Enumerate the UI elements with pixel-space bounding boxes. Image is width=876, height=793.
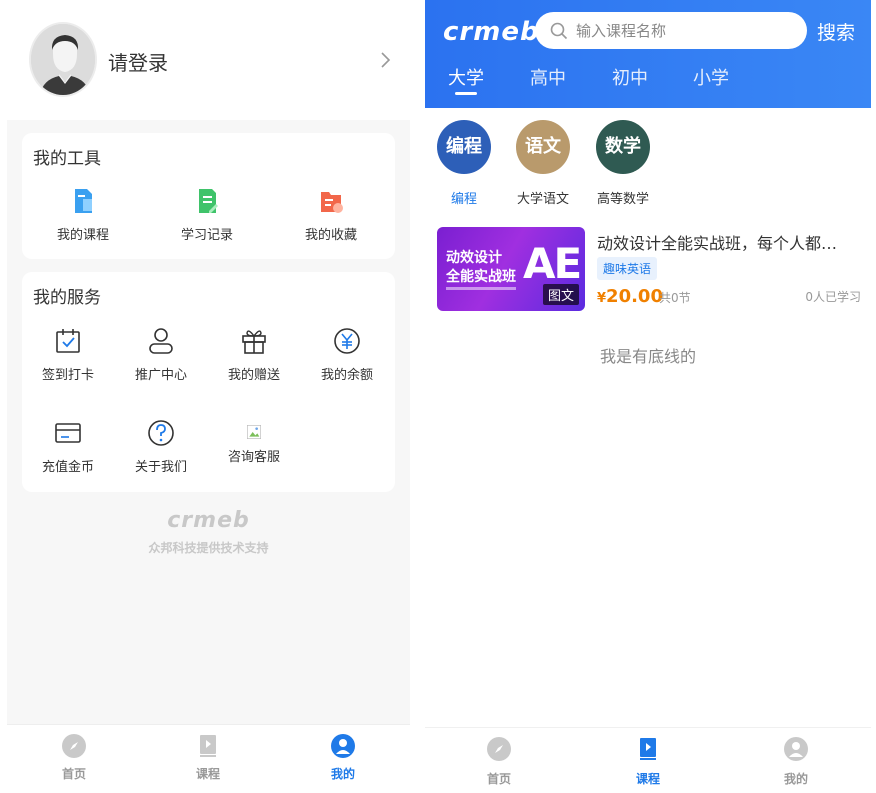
person-icon <box>784 737 808 761</box>
tab-courses[interactable]: 课程 <box>598 736 698 787</box>
subject-programming[interactable]: 编程 编程 <box>424 120 504 207</box>
my-page: 请登录 我的工具 我的课程 学习记录 我的收藏 我的服务 签到打卡 推广中心 我… <box>7 0 410 793</box>
subject-circle: 数学 <box>596 120 650 174</box>
course-header: crmeb 搜索 大学 高中 初中 小学 <box>425 0 871 108</box>
cover-divider <box>446 287 516 290</box>
service-label: 我的余额 <box>320 368 373 383</box>
brand-logo: crmeb <box>443 17 540 47</box>
service-label: 推广中心 <box>134 368 187 383</box>
tool-my-favorites[interactable]: 我的收藏 <box>281 186 381 243</box>
active-tab-indicator <box>455 92 477 95</box>
my-services-title: 我的服务 <box>33 288 101 308</box>
course-learners: 0人已学习 <box>805 290 861 304</box>
tab-primary-school[interactable]: 小学 <box>693 64 729 90</box>
avatar[interactable] <box>29 22 97 97</box>
service-checkin[interactable]: 签到打卡 <box>18 326 118 383</box>
tab-label: 我的 <box>783 772 808 786</box>
course-cover[interactable]: 动效设计 全能实战班 AE 图文 <box>437 227 585 311</box>
search-input[interactable] <box>576 19 796 42</box>
tool-study-record[interactable]: 学习记录 <box>157 186 257 243</box>
chevron-right-icon[interactable] <box>379 46 393 74</box>
price-symbol: ¥ <box>597 291 607 306</box>
course-price: ¥20.00 <box>597 286 663 307</box>
tool-label: 我的课程 <box>56 228 109 243</box>
tab-university[interactable]: 大学 <box>448 64 484 90</box>
tab-label: 首页 <box>486 772 511 786</box>
compass-icon <box>62 734 86 758</box>
course-title[interactable]: 动效设计全能实战班，每个人都… <box>597 230 859 254</box>
wallet-card-icon <box>55 423 81 443</box>
bottom-tabbar: 首页 课程 我的 <box>7 724 410 793</box>
bottom-tabbar: 首页 课程 我的 <box>425 727 871 793</box>
course-page: crmeb 搜索 大学 高中 初中 小学 编程 编程 语文 大学语文 数学 <box>425 0 871 793</box>
service-my-gifts[interactable]: 我的赠送 <box>204 326 304 383</box>
footer-support-text: 众邦科技提供技术支持 <box>148 541 269 555</box>
course-type-badge: 图文 <box>542 284 579 305</box>
list-end-text: 我是有底线的 <box>599 347 696 366</box>
checkin-calendar-icon <box>56 329 80 353</box>
broken-image-icon <box>247 425 261 439</box>
tab-home[interactable]: 首页 <box>24 733 124 782</box>
subject-label: 大学语文 <box>516 192 569 207</box>
tab-label: 首页 <box>61 767 86 781</box>
play-book-icon <box>640 738 656 760</box>
play-book-icon <box>200 735 216 757</box>
help-question-icon <box>148 420 174 446</box>
price-value: 20.00 <box>606 286 663 307</box>
tab-label: 我的 <box>330 767 355 781</box>
subject-chinese[interactable]: 语文 大学语文 <box>503 120 583 207</box>
footer-logo: crmeb <box>167 508 250 533</box>
tab-mine[interactable]: 我的 <box>746 736 846 787</box>
yen-coin-icon <box>334 328 360 354</box>
subject-label: 高等数学 <box>596 192 649 207</box>
my-tools-card: 我的工具 我的课程 学习记录 我的收藏 <box>22 133 395 259</box>
tool-label: 我的收藏 <box>304 228 357 243</box>
service-label: 咨询客服 <box>227 450 280 465</box>
course-doc-icon <box>75 189 92 213</box>
favorite-folder-icon <box>321 192 343 213</box>
tab-middle-school[interactable]: 初中 <box>612 64 648 90</box>
profile-header[interactable]: 请登录 <box>7 0 410 120</box>
tool-my-courses[interactable]: 我的课程 <box>33 186 133 243</box>
compass-icon <box>487 737 511 761</box>
cover-title-line1: 动效设计 <box>446 250 502 266</box>
subject-circle: 语文 <box>516 120 570 174</box>
person-icon <box>331 734 355 758</box>
tab-label: 课程 <box>635 772 660 786</box>
tool-label: 学习记录 <box>180 228 233 243</box>
cover-ae-mark: AE <box>523 239 582 288</box>
service-label: 充值金币 <box>41 460 94 475</box>
service-label: 关于我们 <box>134 460 187 475</box>
tab-home[interactable]: 首页 <box>449 736 549 787</box>
user-icon <box>149 328 173 354</box>
subject-math[interactable]: 数学 高等数学 <box>583 120 663 207</box>
gift-icon <box>242 330 266 354</box>
service-promotion-center[interactable]: 推广中心 <box>111 326 211 383</box>
tab-mine[interactable]: 我的 <box>293 733 393 782</box>
service-recharge-coins[interactable]: 充值金币 <box>18 418 118 475</box>
tab-high-school[interactable]: 高中 <box>530 64 566 90</box>
subject-circle: 编程 <box>437 120 491 174</box>
login-prompt[interactable]: 请登录 <box>108 47 168 76</box>
tab-label: 课程 <box>195 767 220 781</box>
service-label: 签到打卡 <box>41 368 94 383</box>
search-icon <box>550 22 568 40</box>
search-button[interactable]: 搜索 <box>817 18 855 45</box>
course-lessons: 共0节 <box>659 291 691 305</box>
tab-courses[interactable]: 课程 <box>158 733 258 782</box>
subject-label: 编程 <box>450 192 477 207</box>
service-about-us[interactable]: 关于我们 <box>111 418 211 475</box>
course-tag: 趣味英语 <box>597 257 658 280</box>
course-card[interactable]: 动效设计 全能实战班 AE 图文 动效设计全能实战班，每个人都… 趣味英语 ¥2… <box>437 227 861 312</box>
app-root: 请登录 我的工具 我的课程 学习记录 我的收藏 我的服务 签到打卡 推广中心 我… <box>0 0 876 793</box>
study-record-icon <box>199 189 218 213</box>
default-avatar-icon <box>31 24 95 95</box>
service-my-balance[interactable]: 我的余额 <box>297 326 397 383</box>
service-customer-support[interactable]: 咨询客服 <box>204 422 304 465</box>
search-box[interactable] <box>535 12 807 49</box>
cover-title-line2: 全能实战班 <box>446 269 516 285</box>
my-tools-title: 我的工具 <box>33 149 101 169</box>
service-label: 我的赠送 <box>227 368 280 383</box>
my-services-card: 我的服务 签到打卡 推广中心 我的赠送 我的余额 充值金币 关于我们 咨询客服 <box>22 272 395 492</box>
